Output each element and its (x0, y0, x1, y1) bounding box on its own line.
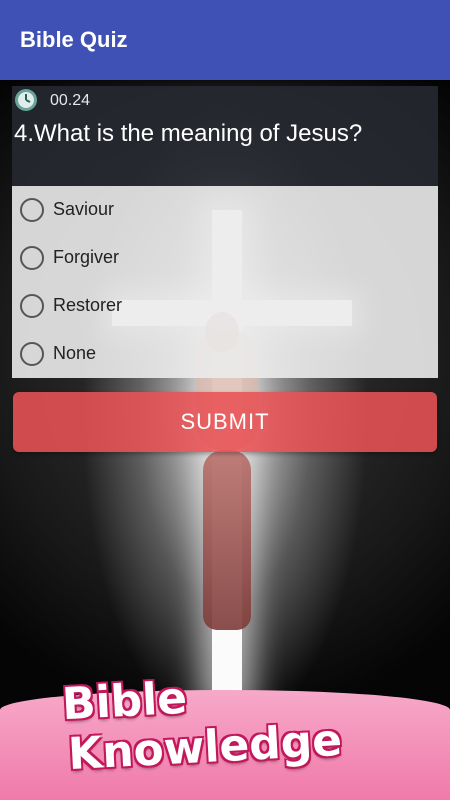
answer-options: Saviour Forgiver Restorer None (12, 186, 438, 378)
option-label: None (53, 343, 97, 363)
option-forgiver[interactable]: Forgiver (20, 240, 420, 276)
clock-icon (15, 89, 37, 111)
radio-button[interactable] (20, 342, 44, 366)
option-restorer[interactable]: Restorer (20, 288, 420, 324)
app-bar: Bible Quiz (0, 0, 450, 80)
radio-button[interactable] (20, 198, 44, 222)
figure-legs (203, 450, 251, 630)
submit-button[interactable]: SUBMIT (13, 392, 437, 452)
question-panel: 00.24 4.What is the meaning of Jesus? (12, 86, 438, 186)
option-label: Saviour (53, 199, 115, 219)
option-none[interactable]: None (20, 336, 420, 372)
option-label: Restorer (53, 295, 123, 315)
radio-button[interactable] (20, 246, 44, 270)
option-saviour[interactable]: Saviour (20, 192, 420, 228)
question-text: 4.What is the meaning of Jesus? (14, 120, 363, 147)
option-label: Forgiver (53, 247, 120, 267)
radio-button[interactable] (20, 294, 44, 318)
app-title: Bible Quiz (20, 27, 128, 52)
timer-value: 00.24 (50, 92, 91, 109)
promo-title-line1: Bible (60, 672, 189, 731)
